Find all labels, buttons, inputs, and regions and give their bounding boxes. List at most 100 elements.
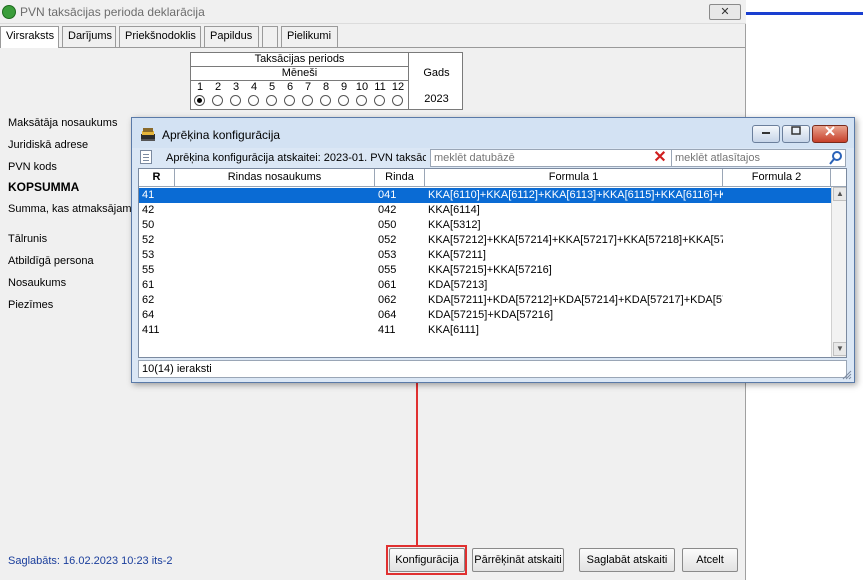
label-payer-name: Maksātāja nosaukums: [8, 117, 118, 129]
month-radio-6[interactable]: [284, 95, 295, 106]
cell-name: [178, 293, 375, 308]
cell-f1: KKA[5312]: [428, 219, 481, 231]
month-radio-9[interactable]: [338, 95, 349, 106]
tab-blank[interactable]: [262, 26, 278, 47]
year-label: Gads: [423, 67, 450, 79]
tab-pielikumi[interactable]: Pielikumi: [281, 26, 338, 47]
tab-papildus[interactable]: Papildus: [204, 26, 259, 47]
month-label: 8: [322, 81, 330, 93]
month-radio-3[interactable]: [230, 95, 241, 106]
minimize-button[interactable]: [752, 125, 780, 143]
annotation-arrow-line: [416, 380, 418, 546]
col-r-header[interactable]: R: [139, 169, 175, 187]
cell-name: [178, 278, 375, 293]
cell-f1: KKA[6114]: [428, 204, 480, 216]
record-count: 10(14) ieraksti: [138, 360, 847, 378]
table-row[interactable]: 53 053 KKA[57211]: [139, 248, 831, 263]
tab-darijums[interactable]: Darījums: [62, 26, 116, 47]
tab-prieksnodoklis[interactable]: Priekšnodoklis: [119, 26, 201, 47]
cell-f1: KKA[6111]: [428, 324, 479, 336]
table-row[interactable]: 50 050 KKA[5312]: [139, 218, 831, 233]
table-row[interactable]: 64 064 KDA[57215]+KDA[57216]: [139, 308, 831, 323]
cell-f2: [726, 248, 831, 263]
dialog-toolbar: Aprēķina konfigurācija atskaitei: 2023-0…: [136, 148, 850, 168]
col-name-header[interactable]: Rindas nosaukums: [175, 169, 375, 187]
cell-r: 52: [142, 234, 155, 246]
table-row[interactable]: 52 052 KKA[57212]+KKA[57214]+KKA[57217]+KK…: [139, 233, 831, 248]
cell-r: 61: [142, 279, 155, 291]
cell-rinda: 053: [378, 249, 397, 261]
label-total: KOPSUMMA: [8, 180, 80, 194]
cell-f1: KDA[57211]+KDA[57212]+KDA[57214]+KDA[572…: [428, 294, 723, 306]
clear-search-icon[interactable]: ✕: [652, 150, 668, 166]
year-value[interactable]: 2023: [409, 93, 464, 105]
col-row-header[interactable]: Rinda: [375, 169, 425, 187]
table-row[interactable]: 62 062 KDA[57211]+KDA[57212]+KDA[57214]+KD…: [139, 293, 831, 308]
month-radio-10[interactable]: [356, 95, 367, 106]
search-selected-input[interactable]: [671, 149, 846, 167]
document-icon: [140, 150, 152, 164]
month-label: 7: [304, 81, 312, 93]
table-row[interactable]: 411 411 KKA[6111]: [139, 323, 831, 338]
tab-virsraksts[interactable]: Virsraksts: [0, 26, 59, 48]
month-radio-5[interactable]: [266, 95, 277, 106]
month-radio-8[interactable]: [320, 95, 331, 106]
close-button[interactable]: ✕: [709, 4, 741, 20]
save-report-button[interactable]: Saglabāt atskaiti: [579, 548, 675, 572]
cell-f1: KKA[57212]+KKA[57214]+KKA[57217]+KKA[572…: [428, 234, 723, 246]
table-row[interactable]: 41 041 KKA[6110]+KKA[6112]+KKA[6113]+KKA[6…: [139, 188, 831, 203]
month-10: 10: [353, 81, 371, 109]
col-formula2-header[interactable]: Formula 2: [723, 169, 831, 187]
month-1: 1: [191, 81, 209, 109]
label-responsible-person: Atbildīgā persona: [8, 255, 94, 267]
month-label: 9: [340, 81, 348, 93]
month-radio-2[interactable]: [212, 95, 223, 106]
cell-r: 62: [142, 294, 155, 306]
cell-f1: KKA[57215]+KKA[57216]: [428, 264, 552, 276]
month-12: 12: [389, 81, 407, 109]
label-legal-address: Juridiskā adrese: [8, 139, 89, 151]
cell-f1: KDA[57215]+KDA[57216]: [428, 309, 554, 321]
resize-grip-icon[interactable]: [842, 370, 852, 380]
scroll-up-icon[interactable]: ▲: [833, 187, 846, 201]
cell-rinda: 411: [378, 324, 396, 336]
cell-r: 55: [142, 264, 155, 276]
dialog-title: Aprēķina konfigurācija: [162, 128, 281, 142]
app-icon: [2, 5, 16, 19]
label-phone: Tālrunis: [8, 233, 48, 245]
search-icon[interactable]: [828, 150, 844, 166]
col-formula1-header[interactable]: Formula 1: [425, 169, 723, 187]
cell-f2: [726, 293, 831, 308]
search-database-input[interactable]: [430, 149, 672, 167]
cancel-button[interactable]: Atcelt: [682, 548, 738, 572]
cell-r: 53: [142, 249, 155, 261]
month-radio-4[interactable]: [248, 95, 259, 106]
cell-f1: KKA[57211]: [428, 249, 486, 261]
month-radio-11[interactable]: [374, 95, 385, 106]
cell-rinda: 061: [378, 279, 397, 291]
cell-name: [178, 188, 375, 203]
vertical-scrollbar[interactable]: ▲ ▼: [831, 187, 846, 357]
grid-header: R Rindas nosaukums Rinda Formula 1 Formu…: [139, 169, 846, 187]
label-amount-to-pay: Summa, kas atmaksājama: [8, 203, 138, 215]
cell-f2: [726, 263, 831, 278]
month-radio-7[interactable]: [302, 95, 313, 106]
cell-r: 41: [142, 189, 155, 201]
table-row[interactable]: 55 055 KKA[57215]+KKA[57216]: [139, 263, 831, 278]
month-3: 3: [227, 81, 245, 109]
scroll-down-icon[interactable]: ▼: [833, 342, 846, 356]
window-title: PVN taksācijas perioda deklarācija: [20, 5, 205, 19]
dialog-close-button[interactable]: [812, 125, 848, 143]
tab-divider: [0, 47, 745, 48]
recalculate-button[interactable]: Pārrēķināt atskaiti: [472, 548, 564, 572]
cell-rinda: 055: [378, 264, 397, 276]
cell-f2: [726, 278, 831, 293]
month-radio-1[interactable]: [194, 95, 205, 106]
table-row[interactable]: 61 061 KDA[57213]: [139, 278, 831, 293]
period-header: Taksācijas periods: [191, 53, 408, 67]
cell-f2: [726, 218, 831, 233]
background-window-titlebar: [746, 12, 863, 15]
maximize-button[interactable]: [782, 125, 810, 143]
table-row[interactable]: 42 042 KKA[6114]: [139, 203, 831, 218]
month-radio-12[interactable]: [392, 95, 403, 106]
